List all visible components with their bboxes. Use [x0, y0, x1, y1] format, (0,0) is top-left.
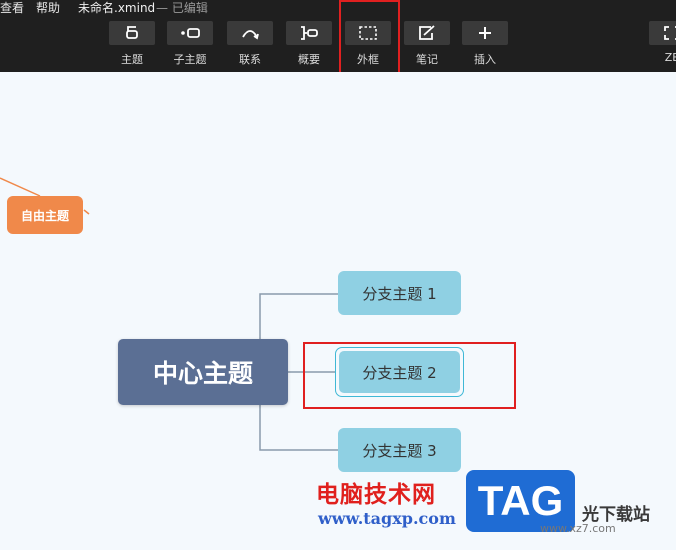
watermark-url: www.tagxp.com	[318, 509, 456, 528]
central-topic[interactable]: 中心主题	[118, 339, 288, 405]
floating-topic[interactable]: 自由主题	[7, 196, 83, 234]
floating-topic-connector	[0, 177, 41, 197]
branch-topic-3[interactable]: 分支主题 3	[338, 428, 461, 472]
watermark-text: 电脑技术网	[316, 482, 436, 508]
branch-topic-1[interactable]: 分支主题 1	[338, 271, 461, 315]
watermark-site-url: www.xz7.com	[540, 522, 616, 535]
branch-highlight-box	[303, 342, 516, 409]
